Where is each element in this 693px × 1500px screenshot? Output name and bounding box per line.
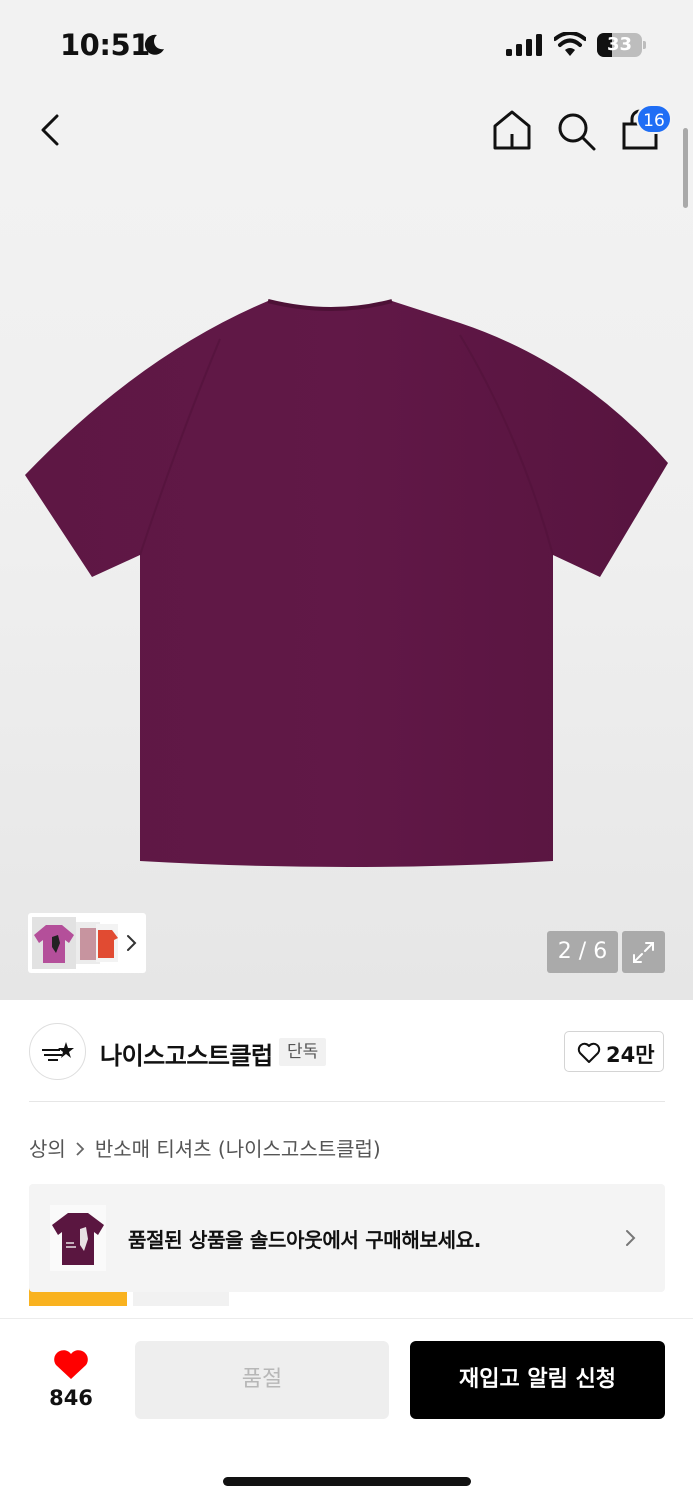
soldout-promo-banner[interactable]: 품절된 상품을 솔드아웃에서 구매해보세요. <box>29 1184 665 1292</box>
promo-text: 품절된 상품을 솔드아웃에서 구매해보세요. <box>128 1228 482 1252</box>
bottom-action-bar: 846 품절 재입고 알림 신청 <box>0 1318 693 1500</box>
chevron-right-icon[interactable] <box>124 933 138 953</box>
thumbnail-pink[interactable] <box>32 917 76 969</box>
expand-icon <box>633 942 654 963</box>
brand-logo-icon <box>42 1042 74 1061</box>
heart-filled-icon[interactable] <box>52 1348 90 1380</box>
image-page-indicator: 2 / 6 <box>547 931 618 973</box>
brand-like-count: 24만 <box>606 1043 655 1067</box>
breadcrumb-category[interactable]: 상의 <box>29 1137 66 1161</box>
divider <box>29 1101 665 1102</box>
heart-outline-icon <box>577 1042 601 1063</box>
home-indicator[interactable] <box>223 1477 471 1486</box>
product-image[interactable] <box>20 295 675 885</box>
status-time: 10:51 <box>60 28 150 62</box>
scrollbar[interactable] <box>683 128 688 208</box>
restock-alert-button[interactable]: 재입고 알림 신청 <box>410 1341 665 1419</box>
color-thumbnail-strip[interactable] <box>28 913 146 973</box>
brand-logo[interactable] <box>29 1023 86 1080</box>
battery-icon: 33 <box>597 33 647 57</box>
chevron-right-icon <box>626 1230 636 1246</box>
search-icon[interactable] <box>555 110 597 152</box>
wish-count: 846 <box>49 1386 93 1410</box>
breadcrumb-subcategory[interactable]: 반소매 티셔츠 (나이스고스트클럽) <box>95 1137 381 1161</box>
signal-icon <box>506 34 542 56</box>
chevron-right-icon <box>76 1142 85 1156</box>
wifi-icon <box>554 32 586 56</box>
soldout-button: 품절 <box>135 1341 389 1419</box>
exclusive-badge: 단독 <box>279 1038 327 1066</box>
expand-image-button[interactable] <box>622 931 665 973</box>
home-icon[interactable] <box>490 108 534 152</box>
cart-badge: 16 <box>636 104 672 134</box>
moon-icon <box>144 34 164 55</box>
battery-text: 33 <box>606 34 633 55</box>
breadcrumb: 상의 반소매 티셔츠 (나이스고스트클럽) <box>29 1133 381 1162</box>
back-icon[interactable] <box>32 110 72 150</box>
brand-name[interactable]: 나이스고스트클럽 <box>100 1036 273 1071</box>
promo-product-thumbnail <box>50 1205 106 1271</box>
brand-like-button[interactable]: 24만 <box>564 1031 664 1072</box>
thumbnail-red[interactable] <box>96 924 118 962</box>
status-bar: 10:51 33 <box>0 0 693 90</box>
